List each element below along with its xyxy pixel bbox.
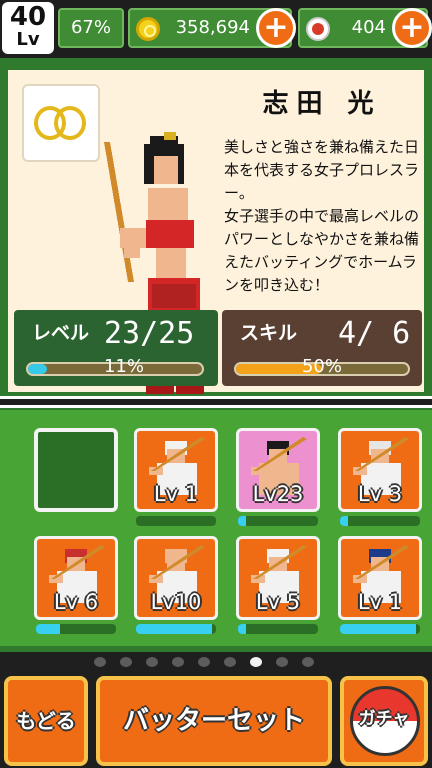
card-level: Lv 5	[255, 590, 301, 614]
card-progress-bar	[340, 516, 420, 526]
player-info-panel: 志田 光 美しさと強さを兼ね備えた日本を代表する女子プロレスラー。 女子選手の中…	[4, 66, 428, 396]
bottom-bar: もどる バッターセット ガチャ	[0, 672, 432, 768]
player-description: 美しさと強さを兼ね備えた日本を代表する女子プロレスラー。 女子選手の中で最高レベ…	[224, 138, 420, 294]
page-dot[interactable]	[120, 657, 132, 667]
level-label: レベル	[32, 322, 90, 344]
page-dot[interactable]	[276, 657, 288, 667]
card-level: Lv 1	[153, 482, 199, 506]
batter-card[interactable]: Lv10	[134, 536, 218, 620]
batter-card[interactable]: Lv 1	[134, 428, 218, 512]
player-name: 志田 光	[262, 89, 382, 119]
skill-box: スキル 4/ 6 50%	[222, 310, 422, 386]
page-dot[interactable]	[224, 657, 236, 667]
page-dot[interactable]	[172, 657, 184, 667]
card-level: Lv 6	[53, 590, 99, 614]
level-value: 23/25	[104, 316, 195, 351]
card-progress-bar	[136, 624, 216, 634]
card-progress-fill	[340, 624, 416, 634]
empty-batter-slot[interactable]	[34, 428, 118, 512]
card-progress-fill	[36, 624, 60, 634]
ball-value: 404	[351, 17, 386, 38]
player-level-number: 40	[9, 2, 47, 32]
rings-emblem-icon	[22, 84, 100, 162]
card-progress-fill	[238, 516, 246, 526]
divider	[0, 396, 432, 408]
add-coins-button[interactable]: +	[256, 8, 296, 48]
skill-label: スキル	[240, 322, 298, 344]
batter-set-button[interactable]: バッターセット	[96, 676, 332, 766]
page-dot[interactable]	[250, 657, 262, 667]
card-progress-fill	[136, 624, 212, 634]
batter-card[interactable]: Lv 5	[236, 536, 320, 620]
card-progress-fill	[340, 516, 348, 526]
page-dot[interactable]	[302, 657, 314, 667]
level-percent: 11%	[103, 356, 144, 377]
status-bar: 40 Lv 67% 358,694 + 404 +	[0, 0, 432, 58]
level-progress-fill	[28, 364, 48, 374]
add-balls-button[interactable]: +	[392, 8, 432, 48]
card-progress-bar	[238, 624, 318, 634]
batter-card[interactable]: Lv 3	[338, 428, 422, 512]
page-dot[interactable]	[146, 657, 158, 667]
page-dot[interactable]	[198, 657, 210, 667]
gacha-button[interactable]: ガチャ	[340, 676, 428, 766]
skill-value: 4/ 6	[338, 316, 411, 351]
card-level: Lv23	[252, 482, 304, 506]
ball-counter: 404 +	[298, 8, 432, 48]
exp-percent: 67%	[58, 8, 124, 48]
batter-card[interactable]: Lv23	[236, 428, 320, 512]
player-level-badge: 40 Lv	[2, 2, 54, 54]
player-level-label: Lv	[16, 29, 40, 50]
card-progress-bar	[136, 516, 216, 526]
card-progress-bar	[36, 624, 116, 634]
gacha-label: ガチャ	[358, 709, 410, 729]
batter-card[interactable]: Lv 1	[338, 536, 422, 620]
card-progress-bar	[238, 516, 318, 526]
coin-value: 358,694	[175, 17, 250, 38]
back-button[interactable]: もどる	[4, 676, 88, 766]
skill-percent: 50%	[301, 356, 342, 377]
card-level: Lv10	[150, 590, 202, 614]
page-dot[interactable]	[94, 657, 106, 667]
level-box: レベル 23/25 11%	[14, 310, 218, 386]
coin-counter: 358,694 +	[128, 8, 296, 48]
card-progress-fill	[238, 624, 246, 634]
card-level: Lv 3	[357, 482, 403, 506]
card-progress-bar	[340, 624, 420, 634]
page-indicator	[0, 652, 432, 672]
batter-card-grid: Lv 1 Lv23 Lv 3 Lv 6 Lv10 Lv 5 Lv 1	[0, 410, 432, 646]
batter-card[interactable]: Lv 6	[34, 536, 118, 620]
baseball-icon	[306, 17, 330, 41]
coin-icon	[136, 17, 160, 41]
card-level: Lv 1	[357, 590, 403, 614]
